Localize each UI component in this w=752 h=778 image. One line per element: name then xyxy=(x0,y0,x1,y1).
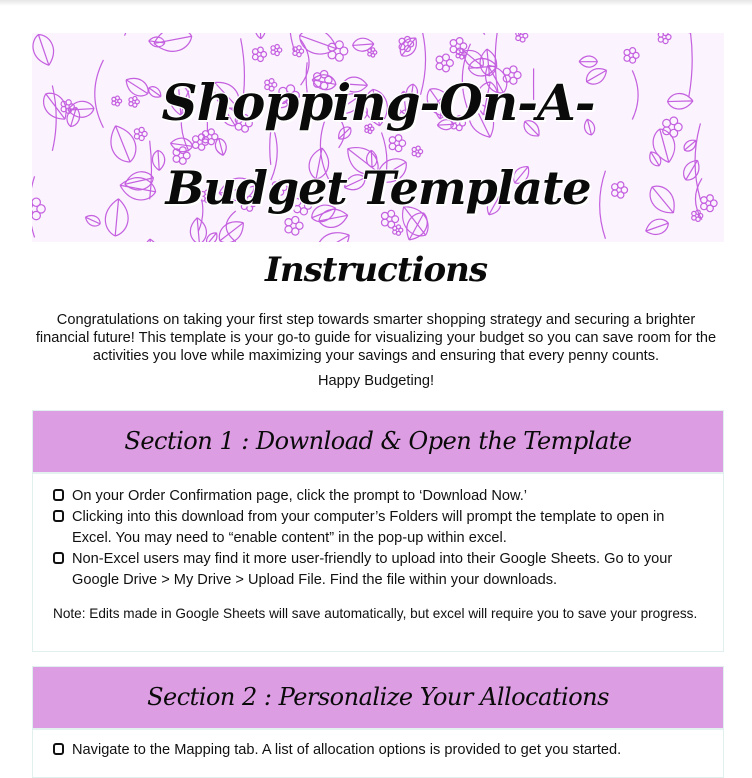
flower-petal xyxy=(520,33,525,34)
checklist-item: Navigate to the Mapping tab. A list of a… xyxy=(53,740,707,761)
flower-petal xyxy=(285,219,292,226)
checkbox[interactable] xyxy=(53,743,64,755)
section-1-header: Section 1 : Download & Open the Template xyxy=(33,411,723,474)
leaf-shape xyxy=(142,238,160,242)
flower-petal xyxy=(630,48,636,54)
banner-title-line2: Budget Template xyxy=(32,161,724,215)
flower-petal xyxy=(450,46,457,53)
section-1-note: Note: Edits made in Google Sheets will s… xyxy=(53,607,707,621)
flower-petal xyxy=(335,41,343,49)
checklist-item-text: Clicking into this download from your co… xyxy=(72,507,707,549)
flower-petal xyxy=(328,51,336,59)
intro-paragraph: Congratulations on taking your first ste… xyxy=(30,311,722,365)
flower-petal xyxy=(285,226,292,233)
flower-petal xyxy=(389,143,396,150)
flower-petal xyxy=(443,54,450,61)
checklist-item: Non-Excel users may find it more user-fr… xyxy=(53,549,707,591)
flower-petal xyxy=(624,55,630,61)
flower-petal xyxy=(371,48,375,52)
section-1-body: On your Order Confirmation page, click t… xyxy=(33,474,723,621)
leaf-shape xyxy=(312,225,355,242)
header-banner: Shopping-On-A- Budget Template xyxy=(32,33,724,242)
stem-line xyxy=(125,33,132,36)
instructions-heading: Instructions xyxy=(0,250,752,290)
section-2-header: Section 2 : Personalize Your Allocations xyxy=(33,667,723,730)
checklist-item-text: Non-Excel users may find it more user-fr… xyxy=(72,549,707,591)
leaf-shape xyxy=(32,33,58,68)
flower-petal xyxy=(396,225,400,229)
flower-petal xyxy=(253,54,259,60)
checklist-item: On your Order Confirmation page, click t… xyxy=(53,486,707,507)
leaf-shape xyxy=(189,217,207,242)
checklist-item-text: Navigate to the Mapping tab. A list of a… xyxy=(72,740,621,761)
flower-petal xyxy=(395,135,402,142)
flower-petal xyxy=(258,47,264,53)
flower-petal xyxy=(275,45,279,49)
leaf-shape xyxy=(650,126,679,165)
checkbox[interactable] xyxy=(53,552,64,564)
stem-line xyxy=(479,33,485,35)
flower-petal xyxy=(193,142,199,148)
leaf-shape xyxy=(83,213,102,229)
flower-petal xyxy=(516,36,521,41)
flower-petal xyxy=(335,53,343,61)
sign-off-text: Happy Budgeting! xyxy=(0,373,752,389)
flower-petal xyxy=(134,134,139,139)
stem-line xyxy=(270,130,271,165)
checkbox[interactable] xyxy=(53,510,64,522)
leaf-shape xyxy=(643,216,670,238)
checklist-item: Clicking into this download from your co… xyxy=(53,507,707,549)
section-2: Section 2 : Personalize Your Allocations… xyxy=(32,666,724,778)
flower-petal xyxy=(416,146,420,150)
checkbox[interactable] xyxy=(53,489,64,501)
leaf-shape xyxy=(579,56,597,67)
flower-petal xyxy=(381,219,388,226)
flower-petal xyxy=(297,46,301,50)
leaf-shape xyxy=(296,33,341,60)
flower-petal xyxy=(292,216,299,223)
flower-petal xyxy=(510,66,517,73)
stem-line xyxy=(226,211,236,242)
leaf-shape xyxy=(152,33,194,55)
leaf-shape xyxy=(255,33,265,39)
flower-petal xyxy=(179,147,186,154)
checklist-item-text: On your Order Confirmation page, click t… xyxy=(72,486,527,507)
flower-petal xyxy=(663,33,668,36)
section-2-body: Navigate to the Mapping tab. A list of a… xyxy=(33,730,723,761)
top-shadow xyxy=(0,0,752,6)
flower-petal xyxy=(456,38,463,45)
flower-petal xyxy=(436,63,443,70)
flower-petal xyxy=(658,37,663,42)
banner-title-line1: Shopping-On-A- xyxy=(32,73,724,132)
section-1: Section 1 : Download & Open the Template… xyxy=(32,410,724,652)
flower-petal xyxy=(292,228,299,235)
